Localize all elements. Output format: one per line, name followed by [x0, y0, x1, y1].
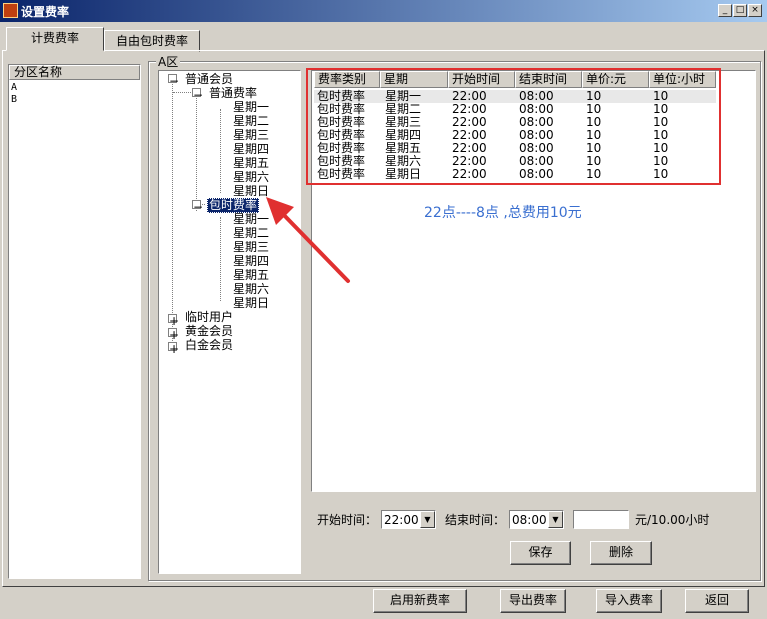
collapse-icon[interactable]: − — [168, 74, 179, 88]
close-button[interactable]: × — [748, 4, 762, 17]
maximize-button[interactable]: □ — [733, 4, 747, 17]
start-time-label: 开始时间： — [317, 513, 378, 527]
tree-node-day[interactable]: 星期五 — [233, 157, 269, 170]
tree-node-day[interactable]: 星期六 — [233, 171, 269, 184]
arrow-icon — [266, 197, 350, 283]
dropdown-arrow-icon[interactable]: ▼ — [548, 511, 563, 528]
tree-node-member[interactable]: 普通会员 — [185, 73, 233, 86]
tree-node-normal-rate[interactable]: 普通费率 — [209, 87, 257, 100]
tab-billing-rate[interactable]: 计费费率 — [6, 27, 104, 51]
enable-new-rate-button[interactable]: 启用新费率 — [373, 589, 467, 613]
highlight-box — [306, 68, 721, 185]
expand-icon[interactable]: + — [168, 314, 179, 328]
export-rate-button[interactable]: 导出费率 — [500, 589, 566, 613]
collapse-icon[interactable]: − — [192, 88, 203, 102]
window-title: 设置费率 — [21, 5, 70, 19]
tree-node-day[interactable]: 星期二 — [233, 115, 269, 128]
tree-node-hourly-rate[interactable]: 包时费率 — [207, 198, 260, 213]
tree-node-day[interactable]: 星期一 — [233, 101, 269, 114]
annotation-text: 22点----8点 ,总费用10元 — [424, 205, 582, 221]
tree-node-day[interactable]: 星期三 — [233, 129, 269, 142]
start-time-select[interactable]: 22:00 ▼ — [381, 510, 436, 529]
zone-list[interactable]: 分区名称 A B — [8, 64, 141, 579]
delete-button[interactable]: 删除 — [590, 541, 652, 565]
price-input[interactable] — [573, 510, 629, 529]
dropdown-arrow-icon[interactable]: ▼ — [420, 511, 435, 528]
minimize-button[interactable]: _ — [718, 4, 732, 17]
end-time-label: 结束时间： — [445, 513, 506, 527]
rate-tree[interactable]: − 普通会员 − 普通费率 星期一 星期二 星期三 星期四 星期五 星期六 星期… — [158, 70, 301, 574]
tree-node-day[interactable]: 星期日 — [233, 297, 269, 310]
expand-icon[interactable]: + — [168, 328, 179, 342]
unit-label: 元/10.00小时 — [635, 513, 710, 527]
save-button[interactable]: 保存 — [510, 541, 571, 565]
zone-item-a[interactable]: A — [11, 82, 17, 93]
collapse-icon[interactable]: − — [192, 200, 203, 214]
title-bar: 设置费率 _ □ × — [0, 0, 767, 22]
zone-item-b[interactable]: B — [11, 94, 17, 105]
end-time-value: 08:00 — [512, 513, 547, 527]
zone-group-title: A区 — [156, 53, 181, 70]
tree-node-gold[interactable]: 黄金会员 — [185, 325, 233, 338]
start-time-value: 22:00 — [384, 513, 419, 527]
tree-node-day[interactable]: 星期四 — [233, 143, 269, 156]
tree-node-platinum[interactable]: 白金会员 — [185, 339, 233, 352]
expand-icon[interactable]: + — [168, 342, 179, 356]
tab-free-hourly-rate[interactable]: 自由包时费率 — [104, 30, 200, 52]
back-button[interactable]: 返回 — [685, 589, 749, 613]
end-time-select[interactable]: 08:00 ▼ — [509, 510, 564, 529]
import-rate-button[interactable]: 导入费率 — [596, 589, 662, 613]
app-icon — [3, 3, 18, 18]
zone-list-header: 分区名称 — [9, 65, 140, 80]
tree-node-temp-user[interactable]: 临时用户 — [185, 311, 233, 324]
